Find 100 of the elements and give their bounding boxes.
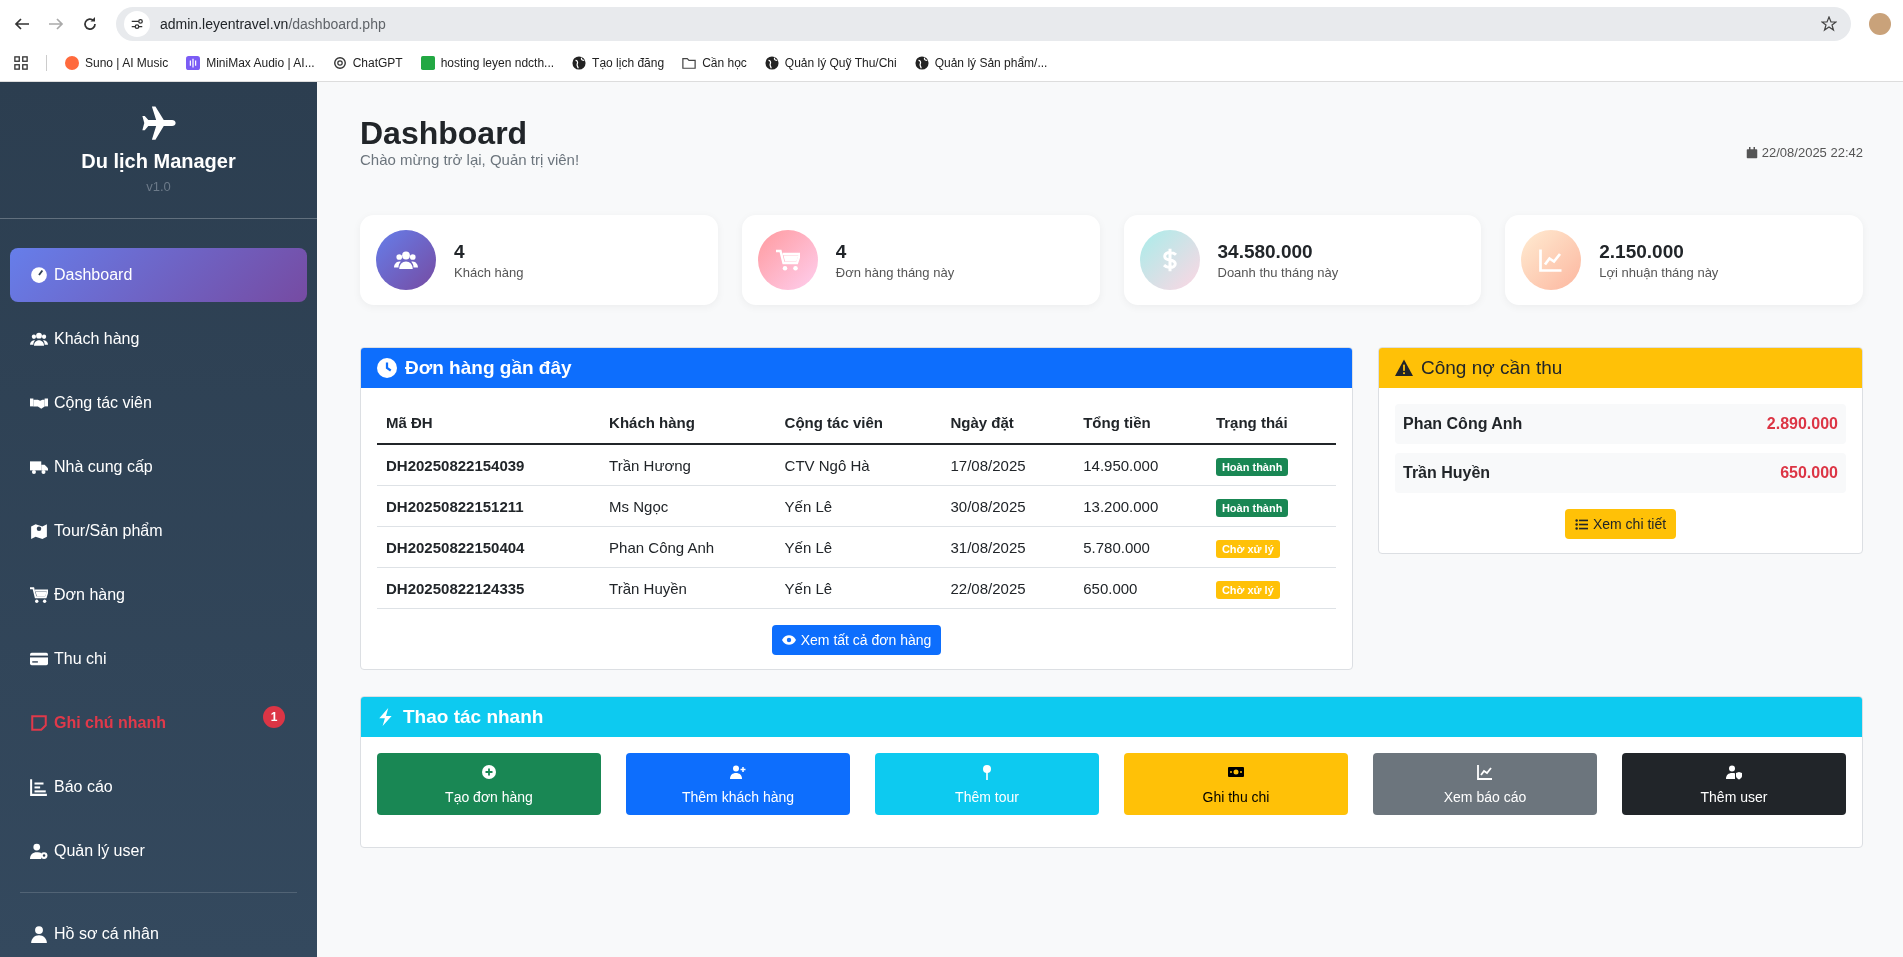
user-gear-icon: [30, 842, 48, 860]
table-cell: DH20250822154039: [377, 444, 601, 486]
debtor-name: Phan Công Anh: [1403, 415, 1523, 434]
column-header: Ngày đặt: [941, 396, 1075, 445]
view-details-button[interactable]: Xem chi tiết: [1564, 509, 1677, 540]
sidebar-item[interactable]: Khách hàng: [10, 312, 307, 366]
bookmark[interactable]: Tạo lịch đăng: [572, 56, 665, 70]
status-badge: Chờ xử lý: [1215, 580, 1280, 599]
table-cell: DH20250822124335: [377, 567, 601, 609]
sidebar-item[interactable]: Thu chi: [10, 632, 307, 686]
sidebar-item[interactable]: Dashboard: [10, 248, 307, 302]
stat-label: Đơn hàng tháng này: [835, 264, 955, 280]
table-cell: Yến Lê: [775, 485, 942, 527]
table-cell: Yến Lê: [775, 567, 942, 609]
warning-icon: [1395, 359, 1413, 378]
bookmark[interactable]: Quản lý Quỹ Thu/Chi: [764, 56, 897, 70]
table-cell: DH20250822150404: [377, 526, 601, 568]
clock-icon: [377, 358, 397, 379]
status-badge: Chờ xử lý: [1215, 539, 1280, 558]
column-header: Khách hàng: [600, 396, 776, 445]
sidebar-item[interactable]: Báo cáo: [10, 760, 307, 814]
status-badge: Hoàn thành: [1215, 457, 1289, 476]
stat-value: 34.580.000: [1217, 240, 1314, 263]
url-text: admin.leyentravel.vn/dashboard.php: [160, 16, 387, 32]
bookmark[interactable]: Quản lý Sản phẩm/...: [914, 56, 1048, 70]
quick-action-button[interactable]: Thêm user: [1622, 753, 1846, 816]
apps-grid-icon: [14, 56, 28, 70]
sidebar-item[interactable]: Quản lý user: [10, 824, 307, 878]
table-cell: 30/08/2025: [941, 485, 1075, 527]
bookmark[interactable]: ChatGPT: [332, 56, 403, 70]
stat-label: Lợi nhuận tháng này: [1599, 264, 1719, 280]
gauge-icon: [30, 266, 48, 284]
truck-icon: [30, 458, 48, 476]
quick-action-button[interactable]: Thêm khách hàng: [626, 753, 850, 816]
column-header: Trạng thái: [1206, 396, 1336, 445]
table-cell: CTV Ngô Hà: [775, 444, 942, 486]
bookmark[interactable]: MiniMax Audio | AI...: [186, 56, 315, 70]
quick-action-button[interactable]: Ghi thu chi: [1124, 753, 1348, 816]
table-cell: Ms Ngọc: [600, 485, 776, 527]
stat-value: 2.150.000: [1599, 240, 1685, 263]
cart-icon: [775, 248, 800, 273]
table-cell: 22/08/2025: [941, 567, 1075, 609]
bookmark[interactable]: Suno | AI Music: [65, 56, 169, 70]
column-header: Tổng tiền: [1074, 396, 1207, 445]
globe-icon: [764, 56, 779, 70]
eye-icon: [781, 633, 796, 648]
table-cell: 5.780.000: [1074, 526, 1207, 568]
list-icon: [1574, 517, 1588, 531]
sidebar-item[interactable]: Ghi chú nhanh 1: [10, 696, 307, 750]
user-icon: [30, 925, 48, 943]
chart-icon: [30, 778, 48, 796]
globe-icon: [914, 56, 929, 70]
bookmark[interactable]: hosting leyen ndcth...: [420, 56, 555, 70]
forward-arrow-icon: [48, 16, 64, 32]
bookmark[interactable]: Cần học: [682, 56, 747, 70]
calendar-icon: [1745, 146, 1758, 159]
line-chart-icon: [1477, 763, 1493, 780]
datetime-text: 22/08/2025 22:42: [1761, 145, 1863, 161]
sidebar-item[interactable]: Đơn hàng: [10, 568, 307, 622]
sidebar-item[interactable]: Tour/Sản phẩm: [10, 504, 307, 558]
card-icon: [30, 650, 48, 668]
table-cell: 17/08/2025: [941, 444, 1075, 486]
cart-icon: [30, 586, 48, 604]
sidebar-item[interactable]: Hồ sơ cá nhân: [10, 907, 307, 957]
user-plus-icon: [730, 763, 746, 780]
panel-title: Thao tác nhanh: [403, 706, 544, 729]
line-chart-icon: [1539, 248, 1564, 273]
view-all-orders-button[interactable]: Xem tất cả đơn hàng: [771, 625, 942, 656]
table-cell: Trần Huyền: [600, 567, 776, 609]
notification-badge: 1: [263, 706, 285, 728]
column-header: Mã ĐH: [377, 396, 601, 445]
debt-amount: 650.000: [1780, 464, 1838, 483]
plus-circle-icon: [481, 763, 497, 780]
globe-icon: [572, 56, 587, 70]
welcome-text: Chào mừng trở lại, Quản trị viên!: [360, 151, 580, 169]
tune-icon: [130, 17, 144, 31]
star-icon: [1821, 16, 1837, 32]
map-icon: [30, 522, 48, 540]
panel-title: Đơn hàng gần đây: [405, 357, 572, 380]
folder-icon: [682, 56, 697, 70]
address-bar[interactable]: admin.leyentravel.vn/dashboard.php: [116, 7, 1851, 41]
site-logo-icon: [420, 56, 435, 70]
note-icon: [30, 714, 48, 732]
stat-label: Khách hàng: [454, 264, 524, 280]
page-title: Dashboard: [360, 116, 529, 152]
sidebar-item[interactable]: Cộng tác viên: [10, 376, 307, 430]
table-cell: Trần Hương: [600, 444, 776, 486]
debt-amount: 2.890.000: [1766, 415, 1838, 434]
table-cell: DH20250822151211: [377, 485, 601, 527]
reload-icon: [82, 16, 98, 32]
app-title: Du lịch Manager: [81, 150, 236, 173]
table-cell: 31/08/2025: [941, 526, 1075, 568]
sidebar-item[interactable]: Nhà cung cấp: [10, 440, 307, 494]
quick-action-button[interactable]: Xem báo cáo: [1373, 753, 1597, 816]
table-cell: 14.950.000: [1074, 444, 1207, 486]
quick-action-button[interactable]: Tạo đơn hàng: [377, 753, 601, 816]
table-cell: 13.200.000: [1074, 485, 1207, 527]
panel-title: Công nợ cần thu: [1421, 357, 1563, 380]
music-logo-icon: [65, 56, 79, 70]
table-cell: 650.000: [1074, 567, 1207, 609]
